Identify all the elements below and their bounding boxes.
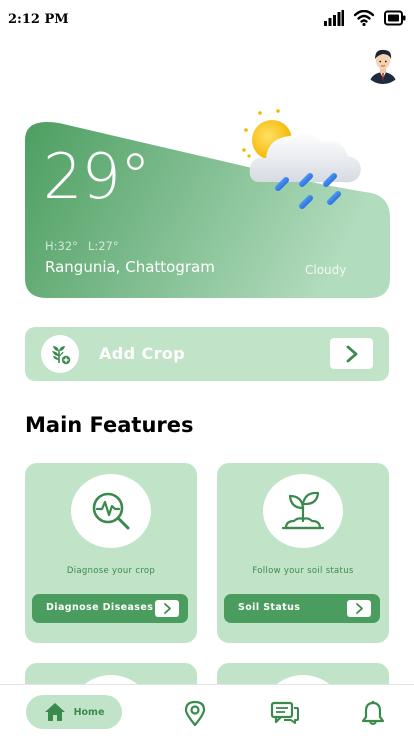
wifi-icon bbox=[354, 10, 374, 26]
user-avatar-icon bbox=[369, 49, 397, 84]
sun-cloud-rain-icon bbox=[242, 109, 361, 209]
feature-card-soil: Follow your soil status Soil Status bbox=[217, 463, 389, 643]
nav-notifications[interactable] bbox=[359, 699, 387, 727]
chevron-right-icon bbox=[347, 600, 371, 617]
avatar[interactable] bbox=[363, 44, 403, 84]
feature-card-diagnose: Diagnose your crop Diagnose Diseases bbox=[25, 463, 197, 643]
feature-caption: Follow your soil status bbox=[252, 566, 354, 576]
add-crop-button[interactable]: Add Crop bbox=[25, 327, 389, 381]
main-features-title: Main Features bbox=[25, 413, 194, 437]
feature-caption: Diagnose your crop bbox=[66, 566, 156, 576]
status-bar: 2:12 PM bbox=[0, 0, 414, 40]
weather-high: H:32° bbox=[45, 239, 78, 253]
weather-condition: Cloudy bbox=[305, 263, 347, 277]
diagnose-search-icon bbox=[92, 492, 130, 530]
nav-home[interactable]: Home bbox=[26, 695, 122, 729]
nav-location[interactable] bbox=[181, 699, 209, 727]
diagnose-circle bbox=[71, 474, 151, 548]
plant-add-icon bbox=[41, 335, 79, 373]
weather-high-low: H:32° L:27° bbox=[45, 239, 119, 253]
sprout-icon bbox=[281, 491, 325, 530]
soil-circle bbox=[263, 474, 343, 548]
status-time: 2:12 PM bbox=[8, 12, 69, 27]
chat-icon bbox=[270, 701, 299, 724]
action-label: Diagnose Diseases bbox=[46, 602, 154, 613]
location-pin-icon bbox=[184, 700, 206, 726]
chevron-right-icon[interactable] bbox=[330, 338, 373, 369]
home-icon bbox=[44, 703, 65, 721]
chevron-right-icon bbox=[155, 600, 179, 617]
weather-temperature: 29° bbox=[43, 140, 151, 213]
weather-location: Rangunia, Chattogram bbox=[45, 258, 215, 276]
cellular-signal-icon bbox=[324, 10, 344, 26]
status-icons bbox=[324, 10, 406, 26]
nav-chat[interactable] bbox=[270, 699, 300, 727]
bell-icon bbox=[361, 700, 385, 725]
nav-home-label: Home bbox=[73, 706, 105, 718]
battery-icon bbox=[384, 10, 406, 26]
add-crop-label: Add Crop bbox=[99, 344, 186, 363]
action-label: Soil Status bbox=[238, 602, 301, 613]
diagnose-diseases-button[interactable]: Diagnose Diseases bbox=[32, 594, 188, 623]
bottom-nav: Home bbox=[0, 684, 414, 736]
weather-low: L:27° bbox=[87, 239, 119, 253]
soil-status-button[interactable]: Soil Status bbox=[224, 594, 380, 623]
